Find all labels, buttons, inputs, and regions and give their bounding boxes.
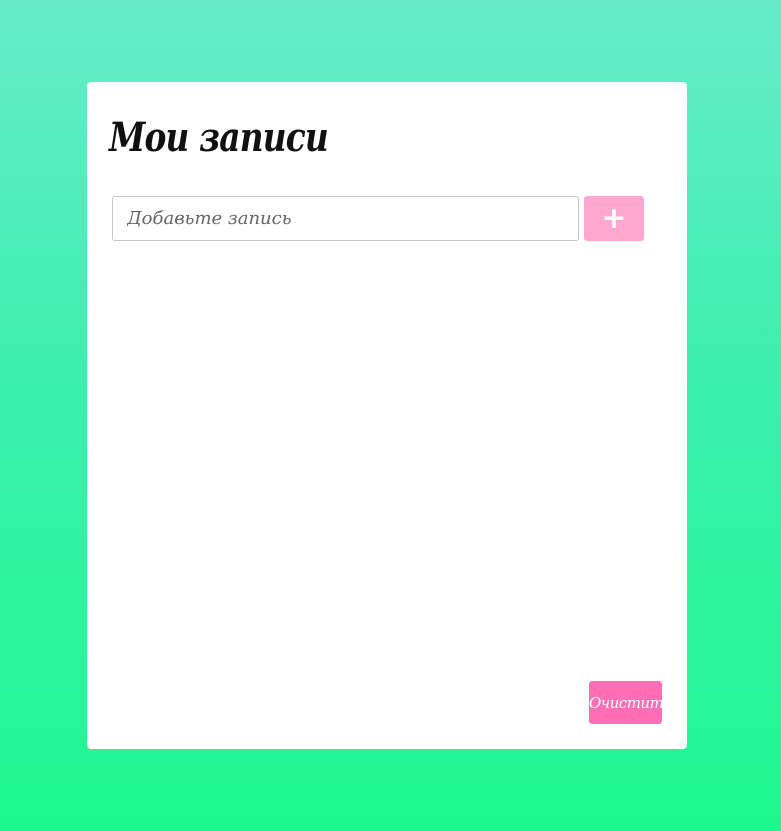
- notes-card: Мои записи + Очистить: [87, 82, 687, 749]
- note-input[interactable]: [112, 196, 579, 241]
- add-note-button[interactable]: +: [584, 196, 644, 241]
- notes-list: [112, 254, 662, 674]
- clear-button[interactable]: Очистить: [589, 681, 671, 724]
- page-title: Мои записи: [109, 114, 329, 161]
- note-composer: +: [112, 196, 644, 241]
